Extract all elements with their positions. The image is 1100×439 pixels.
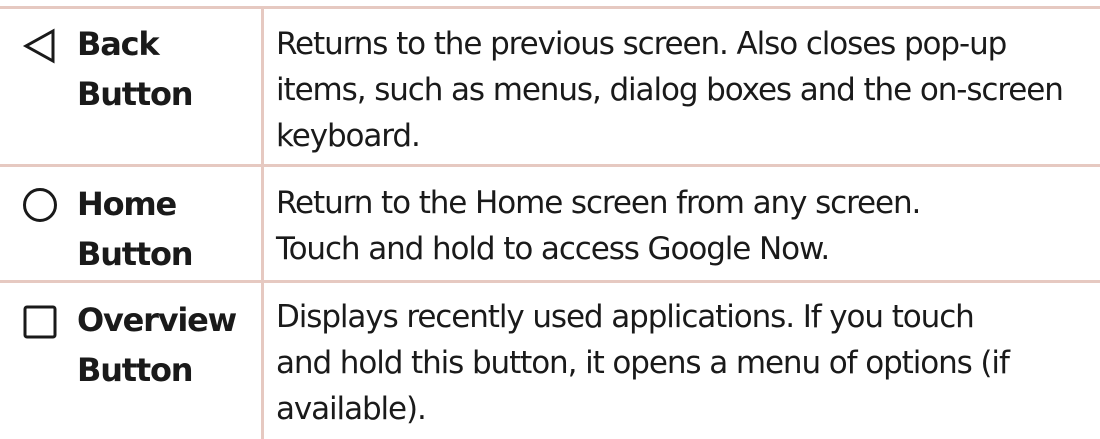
overview-description-line: and hold this button, it opens a menu of… — [276, 345, 1010, 381]
row-divider — [0, 164, 1100, 167]
table-top-rule — [0, 6, 1100, 9]
row-divider — [0, 280, 1100, 283]
column-divider — [261, 7, 264, 439]
back-description-line: keyboard. — [276, 118, 421, 154]
overview-description-line: available). — [276, 391, 427, 427]
back-description-line: items, such as menus, dialog boxes and t… — [276, 72, 1064, 108]
overview-label-line2: Button — [77, 351, 194, 389]
home-description-line: Touch and hold to access Google Now. — [276, 231, 830, 267]
overview-label-line1: Overview — [77, 301, 237, 339]
home-description-line: Return to the Home screen from any scree… — [276, 185, 921, 221]
back-description-line: Returns to the previous screen. Also clo… — [276, 26, 1007, 62]
overview-description: Displays recently used applications. If … — [276, 294, 1096, 432]
home-circle-icon — [22, 187, 58, 223]
overview-description-line: Displays recently used applications. If … — [276, 299, 975, 335]
overview-square-icon — [22, 304, 58, 340]
home-label-line1: Home — [77, 185, 177, 223]
home-label-line2: Button — [77, 235, 194, 273]
back-label-line1: Back — [77, 25, 160, 63]
back-description: Returns to the previous screen. Also clo… — [276, 21, 1096, 159]
back-triangle-icon — [22, 28, 58, 64]
back-label-line2: Button — [77, 75, 194, 113]
home-description: Return to the Home screen from any scree… — [276, 180, 1096, 272]
